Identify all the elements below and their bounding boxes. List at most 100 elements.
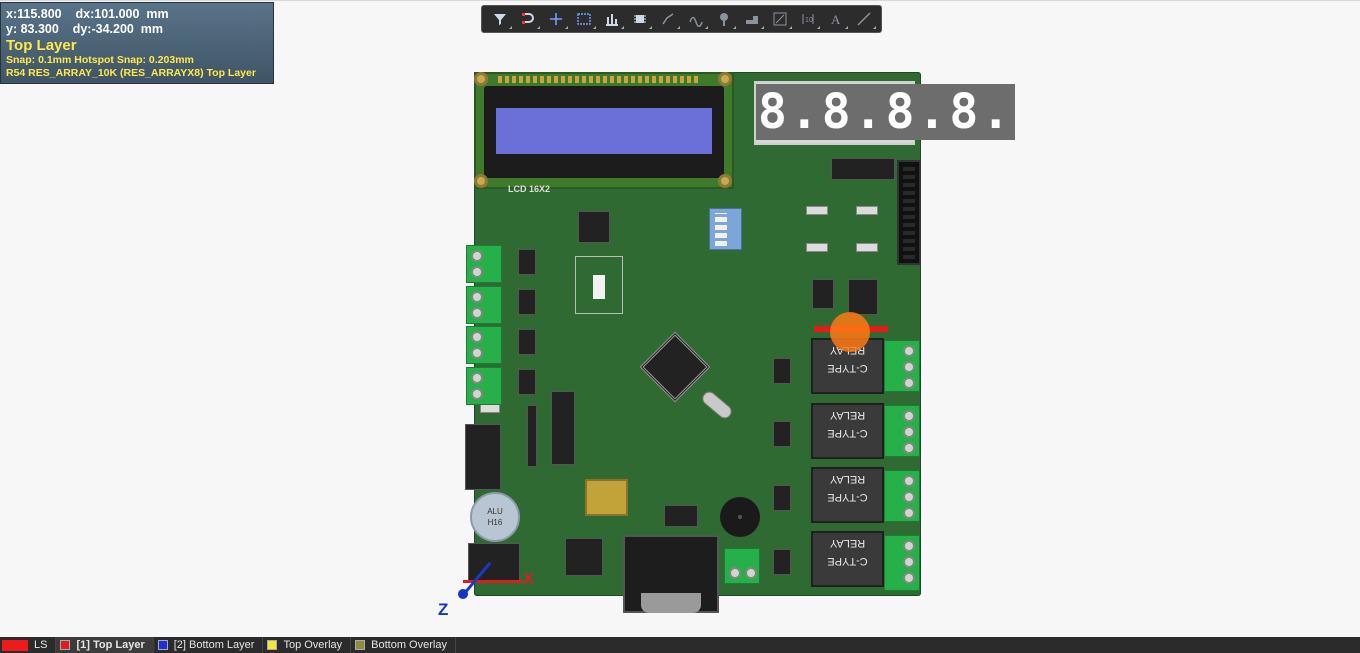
lcd-screen bbox=[496, 108, 712, 154]
box-header-connector[interactable] bbox=[465, 424, 501, 490]
mosfet[interactable] bbox=[518, 369, 536, 395]
ic-chip[interactable] bbox=[848, 279, 878, 315]
relay[interactable]: RELAY C-TYPE bbox=[811, 403, 884, 459]
buzzer[interactable] bbox=[720, 497, 760, 537]
hud-current-layer: Top Layer bbox=[6, 37, 77, 54]
relay-label-top: C-TYPE bbox=[827, 362, 868, 374]
pin-icon[interactable] bbox=[711, 7, 737, 31]
tab-top-overlay[interactable]: Top Overlay bbox=[263, 637, 352, 653]
route-icon[interactable] bbox=[515, 7, 541, 31]
component-icon[interactable] bbox=[627, 7, 653, 31]
select-rect-icon[interactable] bbox=[571, 7, 597, 31]
layer-color-swatch bbox=[355, 640, 366, 650]
layer-color-swatch bbox=[267, 640, 278, 650]
layer-set-swatch bbox=[2, 639, 28, 651]
smd-resistor[interactable] bbox=[806, 243, 828, 252]
electrolytic-capacitor[interactable]: ALU H16 bbox=[470, 492, 520, 542]
power-jack[interactable] bbox=[468, 543, 520, 581]
relay-label-bottom: RELAY bbox=[829, 409, 866, 421]
screw-terminal[interactable] bbox=[466, 367, 502, 405]
axis-origin bbox=[458, 589, 468, 599]
capacitor-label-top: ALU bbox=[487, 507, 503, 516]
x-axis-label: X bbox=[523, 571, 534, 588]
lcd-pin-header bbox=[498, 76, 698, 83]
screw-terminal[interactable] bbox=[884, 470, 920, 522]
tab-label: [1] Top Layer bbox=[76, 639, 145, 651]
ic-dip-package[interactable] bbox=[551, 391, 575, 465]
mosfet[interactable] bbox=[518, 329, 536, 355]
z-axis-label: Z bbox=[438, 600, 449, 619]
smd-resistor[interactable] bbox=[806, 206, 828, 215]
arc-icon[interactable] bbox=[683, 7, 709, 31]
align-icon[interactable] bbox=[599, 7, 625, 31]
tab-top-layer[interactable]: [1] Top Layer bbox=[56, 637, 154, 653]
fill-icon[interactable] bbox=[739, 7, 765, 31]
smd-resistor[interactable] bbox=[480, 404, 500, 413]
transistor[interactable] bbox=[773, 358, 791, 384]
ic-chip[interactable] bbox=[831, 158, 895, 180]
layer-tabs-bar: LS [1] Top Layer [2] Bottom Layer Top Ov… bbox=[0, 637, 1360, 653]
transistor[interactable] bbox=[773, 421, 791, 447]
svg-text:A: A bbox=[831, 12, 841, 27]
inductor[interactable] bbox=[585, 479, 628, 516]
edit-icon[interactable] bbox=[767, 7, 793, 31]
layer-set-selector[interactable]: LS bbox=[0, 637, 57, 653]
screw-terminal[interactable] bbox=[884, 405, 920, 457]
capacitor-label-bottom: H16 bbox=[487, 518, 503, 527]
active-bar-toolbar: 10 A bbox=[481, 5, 882, 33]
hud-selected-component: R54 RES_ARRAY_10K (RES_ARRAYX8) Top Laye… bbox=[6, 67, 256, 79]
pin-header-connector[interactable] bbox=[897, 160, 921, 265]
screw-terminal[interactable] bbox=[466, 326, 502, 364]
tab-label: Bottom Overlay bbox=[371, 639, 447, 651]
relay-label-bottom: RELAY bbox=[829, 473, 866, 485]
cross-icon[interactable] bbox=[543, 7, 569, 31]
seven-segment-digits: 8.8.8.8. bbox=[756, 84, 1016, 140]
tab-bottom-overlay[interactable]: Bottom Overlay bbox=[351, 637, 456, 653]
lcd-module[interactable] bbox=[474, 72, 734, 189]
battery-holder[interactable] bbox=[575, 256, 623, 314]
transistor[interactable] bbox=[773, 485, 791, 511]
mosfet[interactable] bbox=[518, 289, 536, 315]
line-icon[interactable] bbox=[851, 7, 877, 31]
track-icon[interactable] bbox=[655, 7, 681, 31]
svg-text:10: 10 bbox=[805, 17, 813, 24]
seven-segment-display[interactable]: 8.8.8.8. bbox=[754, 81, 1016, 145]
screw-terminal[interactable] bbox=[884, 535, 920, 591]
screw-terminal[interactable] bbox=[466, 245, 502, 283]
ic-chip[interactable] bbox=[812, 279, 834, 309]
screw-terminal[interactable] bbox=[724, 548, 760, 584]
hud-x-readout: x:115.800 dx:101.000 mm bbox=[6, 7, 169, 21]
coordinate-hud: x:115.800 dx:101.000 mm y: 83.300 dy:-34… bbox=[0, 2, 274, 84]
mounting-hole bbox=[474, 174, 488, 188]
screw-terminal[interactable] bbox=[884, 340, 920, 392]
text-icon[interactable]: A bbox=[823, 7, 849, 31]
mounting-hole bbox=[474, 72, 488, 86]
header-strip[interactable] bbox=[527, 405, 537, 467]
lcd-bezel bbox=[484, 86, 724, 178]
screw-terminal[interactable] bbox=[466, 286, 502, 324]
smd-resistor[interactable] bbox=[856, 243, 878, 252]
ic-chip[interactable] bbox=[664, 505, 698, 527]
smd-resistor[interactable] bbox=[856, 206, 878, 215]
layer-color-swatch bbox=[157, 640, 168, 650]
relay[interactable]: RELAY C-TYPE bbox=[811, 467, 884, 523]
hud-snap-info: Snap: 0.1mm Hotspot Snap: 0.203mm bbox=[6, 54, 194, 66]
tab-label: Top Overlay bbox=[283, 639, 343, 651]
transistor[interactable] bbox=[773, 549, 791, 575]
db9-connector[interactable] bbox=[623, 535, 719, 613]
dip-switch[interactable] bbox=[709, 208, 742, 250]
voltage-regulator[interactable] bbox=[565, 538, 603, 576]
dimension-icon[interactable]: 10 bbox=[795, 7, 821, 31]
filter-icon[interactable] bbox=[487, 7, 513, 31]
ic-chip[interactable] bbox=[578, 211, 610, 243]
relay[interactable]: RELAY C-TYPE bbox=[811, 531, 884, 587]
layer-color-swatch bbox=[60, 640, 71, 650]
cursor-highlight bbox=[830, 312, 870, 352]
relay-label-top: C-TYPE bbox=[827, 555, 868, 567]
tab-bottom-layer[interactable]: [2] Bottom Layer bbox=[154, 637, 264, 653]
lcd-silkscreen-label: LCD 16X2 bbox=[508, 184, 551, 194]
mosfet[interactable] bbox=[518, 249, 536, 275]
mounting-hole bbox=[718, 174, 732, 188]
relay-label-bottom: RELAY bbox=[829, 537, 866, 549]
tab-label: [2] Bottom Layer bbox=[173, 639, 255, 651]
